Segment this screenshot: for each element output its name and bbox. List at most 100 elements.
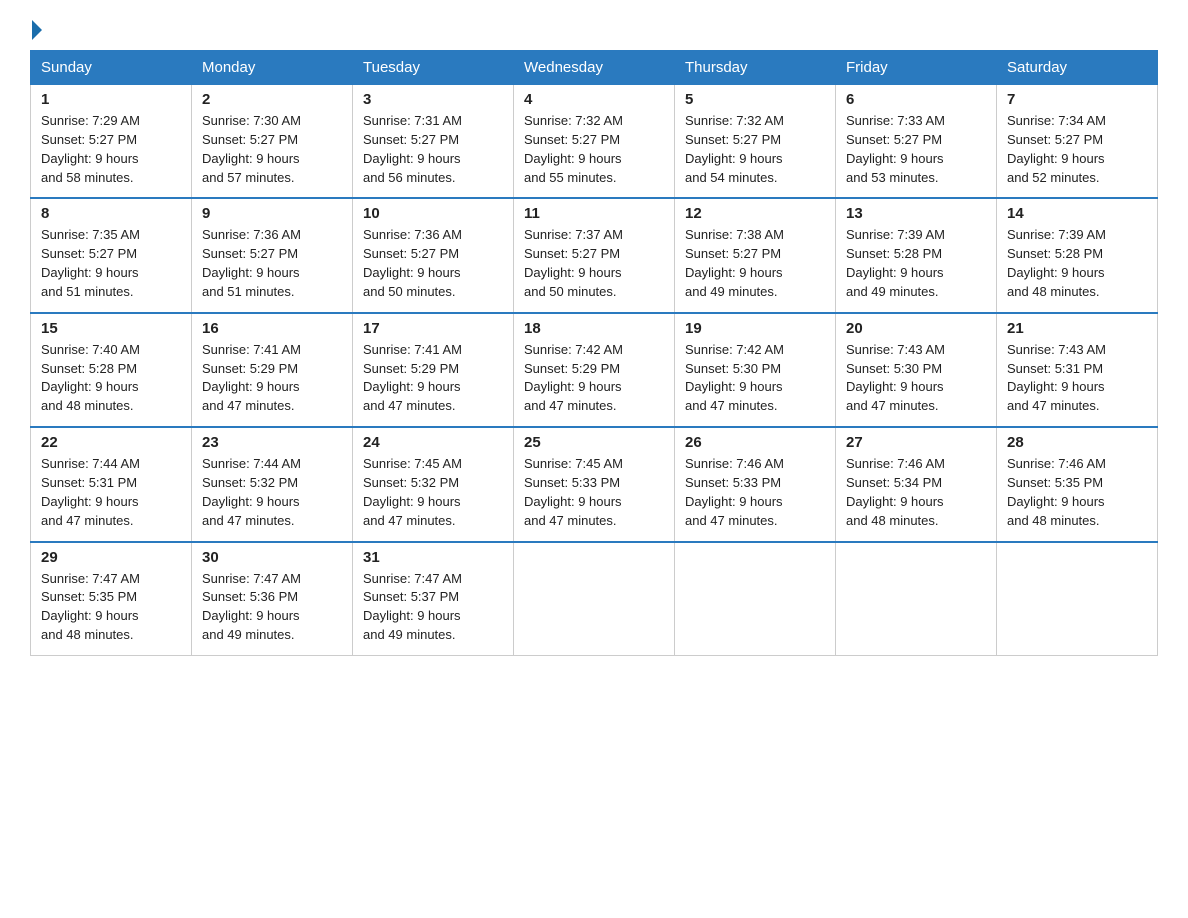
calendar-day-cell: 1 Sunrise: 7:29 AMSunset: 5:27 PMDaylight… (31, 85, 192, 199)
header-saturday: Saturday (997, 51, 1158, 85)
day-number: 17 (363, 320, 503, 337)
calendar-day-cell: 25 Sunrise: 7:45 AMSunset: 5:33 PMDayligh… (514, 427, 675, 541)
day-info: Sunrise: 7:39 AMSunset: 5:28 PMDaylight:… (846, 226, 986, 301)
calendar-day-cell (836, 542, 997, 656)
calendar-day-cell: 3 Sunrise: 7:31 AMSunset: 5:27 PMDaylight… (353, 85, 514, 199)
day-number: 7 (1007, 91, 1147, 108)
day-info: Sunrise: 7:44 AMSunset: 5:32 PMDaylight:… (202, 455, 342, 530)
day-number: 3 (363, 91, 503, 108)
day-number: 12 (685, 205, 825, 222)
day-info: Sunrise: 7:43 AMSunset: 5:30 PMDaylight:… (846, 341, 986, 416)
day-number: 16 (202, 320, 342, 337)
calendar-day-cell: 16 Sunrise: 7:41 AMSunset: 5:29 PMDayligh… (192, 313, 353, 427)
calendar-day-cell: 13 Sunrise: 7:39 AMSunset: 5:28 PMDayligh… (836, 198, 997, 312)
day-number: 18 (524, 320, 664, 337)
calendar-week-row: 1 Sunrise: 7:29 AMSunset: 5:27 PMDaylight… (31, 85, 1158, 199)
calendar-day-cell: 22Sunrise: 7:44 AMSunset: 5:31 PMDayligh… (31, 427, 192, 541)
day-info: Sunrise: 7:31 AMSunset: 5:27 PMDaylight:… (363, 112, 503, 187)
day-info: Sunrise: 7:33 AMSunset: 5:27 PMDaylight:… (846, 112, 986, 187)
day-number: 1 (41, 91, 181, 108)
day-number: 15 (41, 320, 181, 337)
calendar-day-cell: 8Sunrise: 7:35 AMSunset: 5:27 PMDaylight… (31, 198, 192, 312)
day-info: Sunrise: 7:47 AMSunset: 5:36 PMDaylight:… (202, 570, 342, 645)
day-number: 11 (524, 205, 664, 222)
calendar-day-cell: 26Sunrise: 7:46 AMSunset: 5:33 PMDayligh… (675, 427, 836, 541)
day-number: 26 (685, 434, 825, 451)
calendar-day-cell: 21Sunrise: 7:43 AMSunset: 5:31 PMDayligh… (997, 313, 1158, 427)
header-tuesday: Tuesday (353, 51, 514, 85)
calendar-day-cell: 24 Sunrise: 7:45 AMSunset: 5:32 PMDayligh… (353, 427, 514, 541)
day-info: Sunrise: 7:37 AMSunset: 5:27 PMDaylight:… (524, 226, 664, 301)
calendar-week-row: 22Sunrise: 7:44 AMSunset: 5:31 PMDayligh… (31, 427, 1158, 541)
header-monday: Monday (192, 51, 353, 85)
day-info: Sunrise: 7:40 AMSunset: 5:28 PMDaylight:… (41, 341, 181, 416)
day-number: 23 (202, 434, 342, 451)
header-sunday: Sunday (31, 51, 192, 85)
day-info: Sunrise: 7:41 AMSunset: 5:29 PMDaylight:… (363, 341, 503, 416)
day-info: Sunrise: 7:41 AMSunset: 5:29 PMDaylight:… (202, 341, 342, 416)
day-number: 29 (41, 549, 181, 566)
day-number: 30 (202, 549, 342, 566)
calendar-day-cell: 18Sunrise: 7:42 AMSunset: 5:29 PMDayligh… (514, 313, 675, 427)
logo-arrow-icon (32, 20, 42, 40)
day-number: 19 (685, 320, 825, 337)
calendar-day-cell: 2 Sunrise: 7:30 AMSunset: 5:27 PMDaylight… (192, 85, 353, 199)
calendar-day-cell: 14 Sunrise: 7:39 AMSunset: 5:28 PMDayligh… (997, 198, 1158, 312)
calendar-day-cell (997, 542, 1158, 656)
weekday-header-row: Sunday Monday Tuesday Wednesday Thursday… (31, 51, 1158, 85)
day-number: 31 (363, 549, 503, 566)
day-number: 14 (1007, 205, 1147, 222)
day-number: 24 (363, 434, 503, 451)
calendar-day-cell: 17 Sunrise: 7:41 AMSunset: 5:29 PMDayligh… (353, 313, 514, 427)
day-info: Sunrise: 7:47 AMSunset: 5:35 PMDaylight:… (41, 570, 181, 645)
calendar-day-cell: 31 Sunrise: 7:47 AMSunset: 5:37 PMDayligh… (353, 542, 514, 656)
day-number: 25 (524, 434, 664, 451)
page-header (30, 20, 1158, 40)
calendar-day-cell: 29 Sunrise: 7:47 AMSunset: 5:35 PMDayligh… (31, 542, 192, 656)
logo (30, 20, 44, 40)
day-info: Sunrise: 7:45 AMSunset: 5:33 PMDaylight:… (524, 455, 664, 530)
day-info: Sunrise: 7:46 AMSunset: 5:34 PMDaylight:… (846, 455, 986, 530)
calendar-day-cell: 27 Sunrise: 7:46 AMSunset: 5:34 PMDayligh… (836, 427, 997, 541)
day-info: Sunrise: 7:36 AMSunset: 5:27 PMDaylight:… (363, 226, 503, 301)
calendar-day-cell: 20 Sunrise: 7:43 AMSunset: 5:30 PMDayligh… (836, 313, 997, 427)
day-number: 28 (1007, 434, 1147, 451)
day-number: 10 (363, 205, 503, 222)
day-number: 20 (846, 320, 986, 337)
day-info: Sunrise: 7:45 AMSunset: 5:32 PMDaylight:… (363, 455, 503, 530)
day-number: 9 (202, 205, 342, 222)
calendar-day-cell: 9Sunrise: 7:36 AMSunset: 5:27 PMDaylight… (192, 198, 353, 312)
day-number: 5 (685, 91, 825, 108)
calendar-day-cell: 6 Sunrise: 7:33 AMSunset: 5:27 PMDaylight… (836, 85, 997, 199)
calendar-week-row: 8Sunrise: 7:35 AMSunset: 5:27 PMDaylight… (31, 198, 1158, 312)
calendar-day-cell: 30 Sunrise: 7:47 AMSunset: 5:36 PMDayligh… (192, 542, 353, 656)
day-info: Sunrise: 7:29 AMSunset: 5:27 PMDaylight:… (41, 112, 181, 187)
calendar-day-cell: 23 Sunrise: 7:44 AMSunset: 5:32 PMDayligh… (192, 427, 353, 541)
header-wednesday: Wednesday (514, 51, 675, 85)
day-info: Sunrise: 7:38 AMSunset: 5:27 PMDaylight:… (685, 226, 825, 301)
day-info: Sunrise: 7:42 AMSunset: 5:30 PMDaylight:… (685, 341, 825, 416)
header-friday: Friday (836, 51, 997, 85)
calendar-day-cell: 11 Sunrise: 7:37 AMSunset: 5:27 PMDayligh… (514, 198, 675, 312)
day-info: Sunrise: 7:32 AMSunset: 5:27 PMDaylight:… (524, 112, 664, 187)
header-thursday: Thursday (675, 51, 836, 85)
calendar-day-cell: 10 Sunrise: 7:36 AMSunset: 5:27 PMDayligh… (353, 198, 514, 312)
day-info: Sunrise: 7:47 AMSunset: 5:37 PMDaylight:… (363, 570, 503, 645)
day-number: 27 (846, 434, 986, 451)
calendar-day-cell: 19 Sunrise: 7:42 AMSunset: 5:30 PMDayligh… (675, 313, 836, 427)
day-info: Sunrise: 7:46 AMSunset: 5:35 PMDaylight:… (1007, 455, 1147, 530)
calendar-day-cell: 28 Sunrise: 7:46 AMSunset: 5:35 PMDayligh… (997, 427, 1158, 541)
day-info: Sunrise: 7:43 AMSunset: 5:31 PMDaylight:… (1007, 341, 1147, 416)
day-number: 6 (846, 91, 986, 108)
calendar-day-cell (514, 542, 675, 656)
day-number: 2 (202, 91, 342, 108)
day-info: Sunrise: 7:32 AMSunset: 5:27 PMDaylight:… (685, 112, 825, 187)
calendar-week-row: 29 Sunrise: 7:47 AMSunset: 5:35 PMDayligh… (31, 542, 1158, 656)
day-info: Sunrise: 7:34 AMSunset: 5:27 PMDaylight:… (1007, 112, 1147, 187)
day-info: Sunrise: 7:39 AMSunset: 5:28 PMDaylight:… (1007, 226, 1147, 301)
calendar-day-cell: 12 Sunrise: 7:38 AMSunset: 5:27 PMDayligh… (675, 198, 836, 312)
day-info: Sunrise: 7:30 AMSunset: 5:27 PMDaylight:… (202, 112, 342, 187)
calendar-week-row: 15 Sunrise: 7:40 AMSunset: 5:28 PMDayligh… (31, 313, 1158, 427)
day-number: 13 (846, 205, 986, 222)
day-number: 8 (41, 205, 181, 222)
